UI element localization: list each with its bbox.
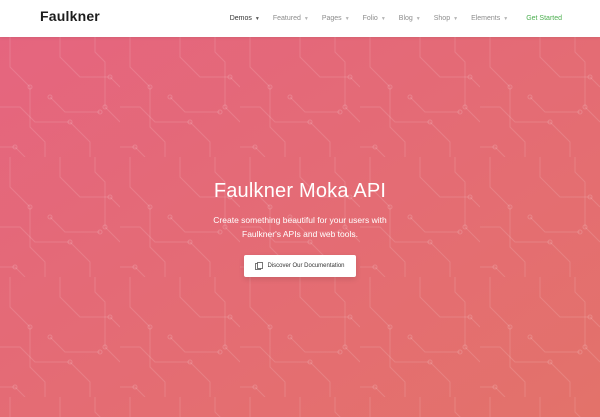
hero-subtitle-line: Create something beautiful for your user… <box>213 215 387 225</box>
nav-item-elements[interactable]: Elements ▼ <box>471 15 508 22</box>
hero-subtitle: Create something beautiful for your user… <box>170 213 430 241</box>
nav-item-folio[interactable]: Folio ▼ <box>363 15 386 22</box>
nav-item-demos[interactable]: Demos ▼ <box>230 15 260 22</box>
chevron-down-icon: ▼ <box>380 15 386 22</box>
nav-item-label: Folio <box>362 15 378 22</box>
nav-item-label: Elements <box>471 15 501 22</box>
nav-item-label: Pages <box>321 15 342 22</box>
nav-item-featured[interactable]: Featured ▼ <box>273 15 309 22</box>
chevron-down-icon: ▼ <box>344 15 350 22</box>
documents-icon <box>255 262 264 270</box>
nav-item-label: Blog <box>398 15 413 22</box>
nav-item-label: Shop <box>433 15 451 22</box>
discover-documentation-button[interactable]: Discover Our Documentation <box>244 255 356 277</box>
logo[interactable]: Faulkner <box>40 8 100 24</box>
nav-item-label: Featured <box>272 15 301 22</box>
page: Faulkner Demos ▼ Featured ▼ Pages ▼ Foli… <box>0 0 600 417</box>
hero-subtitle-line: Faulkner's APIs and web tools. <box>242 229 358 239</box>
button-label: Discover Our Documentation <box>267 263 345 269</box>
nav-item-shop[interactable]: Shop ▼ <box>434 15 458 22</box>
chevron-down-icon: ▼ <box>303 15 309 22</box>
nav-item-blog[interactable]: Blog ▼ <box>399 15 421 22</box>
chevron-down-icon: ▼ <box>453 15 459 22</box>
main-nav: Demos ▼ Featured ▼ Pages ▼ Folio ▼ Blog … <box>217 0 562 37</box>
chevron-down-icon: ▼ <box>254 15 260 22</box>
chevron-down-icon: ▼ <box>503 15 509 22</box>
hero-section: Faulkner Moka API Create something beaut… <box>0 37 600 417</box>
get-started-link[interactable]: Get Started <box>526 15 562 22</box>
nav-item-pages[interactable]: Pages ▼ <box>322 15 350 22</box>
nav-item-label: Demos <box>229 15 252 22</box>
chevron-down-icon: ▼ <box>415 15 421 22</box>
navbar: Faulkner Demos ▼ Featured ▼ Pages ▼ Foli… <box>0 0 600 37</box>
hero-title: Faulkner Moka API <box>213 180 387 202</box>
